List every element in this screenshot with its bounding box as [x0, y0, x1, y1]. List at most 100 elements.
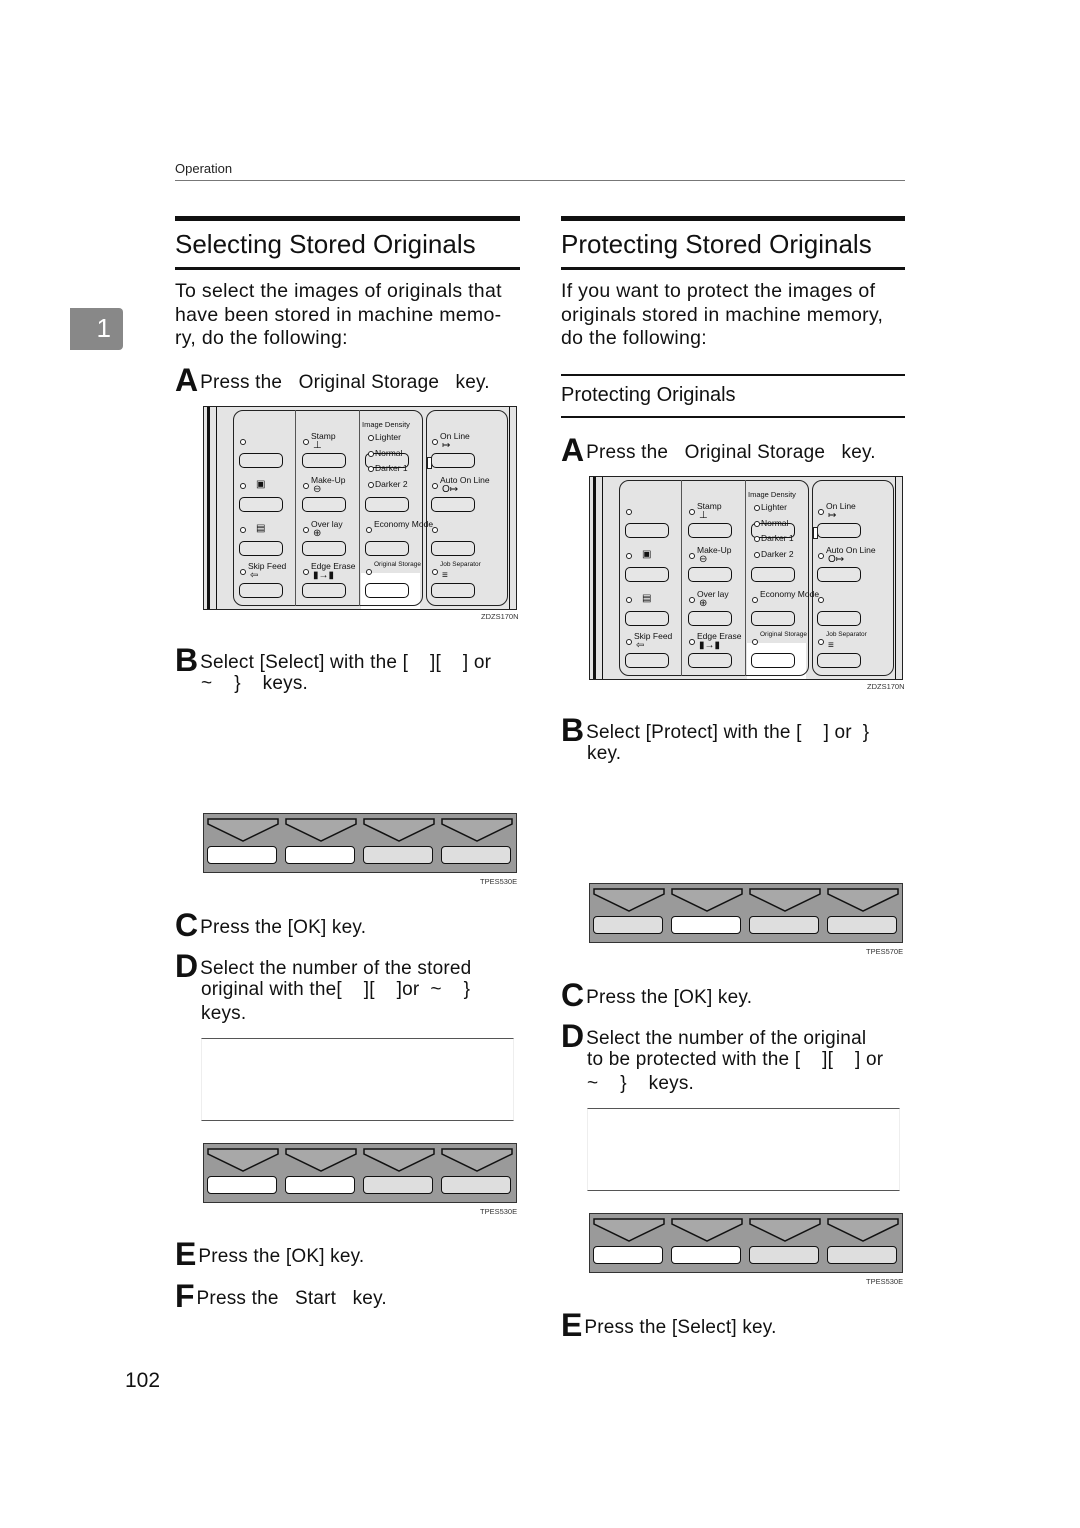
key-pointers: [593, 1218, 899, 1242]
pointer-arrow: [671, 888, 743, 912]
pointer-arrow: [827, 888, 899, 912]
section-title-left: Selecting Stored Originals: [175, 229, 476, 259]
panel-key-blank[interactable]: [431, 541, 475, 556]
selection-key[interactable]: [671, 916, 741, 934]
selection-key[interactable]: [441, 1176, 511, 1194]
selection-key[interactable]: [827, 916, 897, 934]
title-bar: [561, 216, 905, 221]
panel-key-over-lay[interactable]: [302, 541, 346, 556]
panel-key-blank[interactable]: [625, 611, 669, 626]
pointer-arrow: [285, 818, 357, 842]
selection-key[interactable]: [749, 1246, 819, 1264]
function-key-strip: [589, 883, 903, 943]
auto-online-icon: O↦: [442, 484, 459, 495]
chapter-badge: 1: [70, 308, 123, 350]
panel-key-blank[interactable]: [239, 453, 283, 468]
title-bar: [175, 216, 520, 221]
step-text: ~ } keys.: [587, 1073, 695, 1094]
density-level: Lighter: [375, 432, 401, 442]
indicator-led: [366, 527, 372, 533]
selection-key[interactable]: [749, 916, 819, 934]
panel-key-on-line[interactable]: [817, 523, 861, 538]
indicator-led: [240, 569, 246, 575]
selection-key[interactable]: [363, 846, 433, 864]
indicator-led: [689, 509, 695, 515]
display-screen-figure: [201, 1038, 514, 1121]
selection-key[interactable]: [285, 1176, 355, 1194]
selection-key[interactable]: [363, 1176, 433, 1194]
pointer-arrow: [593, 1218, 665, 1242]
panel-key-edge-erase[interactable]: [302, 583, 346, 598]
selection-key[interactable]: [207, 1176, 277, 1194]
panel-key-skip-feed[interactable]: [239, 583, 283, 598]
step-letter: E: [561, 1307, 583, 1343]
selection-key[interactable]: [593, 1246, 663, 1264]
step-text: Select the number of the stored: [200, 958, 472, 979]
intro-line: have been stored in machine memo-: [175, 304, 502, 326]
panel-key-blank[interactable]: [625, 567, 669, 582]
figure-caption: TPES530E: [480, 877, 518, 886]
density-level: Normal: [761, 517, 789, 528]
step-text: Press the [OK] key.: [198, 1246, 365, 1267]
panel-key-auto-on-line[interactable]: [817, 567, 861, 582]
panel-edge: [216, 407, 217, 609]
overlay-icon: ⊕: [313, 528, 322, 539]
panel-key-over-lay[interactable]: [688, 611, 732, 626]
density-level: Darker 1: [375, 463, 408, 473]
panel-key-make-up[interactable]: [302, 497, 346, 512]
selection-key[interactable]: [593, 916, 663, 934]
figure-caption: TPES570E: [866, 947, 904, 956]
step-e: E Press the [Select] key.: [561, 1309, 777, 1341]
intro-line: originals stored in machine memory,: [561, 304, 884, 326]
page-number: 102: [125, 1369, 161, 1392]
panel-key-skip-feed[interactable]: [625, 653, 669, 668]
indicator-led: [240, 527, 246, 533]
step-text: original with the[ ][ ]or ~ }: [201, 979, 471, 1000]
panel-key-blank[interactable]: [751, 567, 795, 582]
step-letter: D: [561, 1018, 585, 1054]
panel-key-blank[interactable]: [817, 611, 861, 626]
step-letter: C: [561, 977, 585, 1013]
step-c: C Press the [OK] key.: [561, 979, 752, 1011]
density-level: Darker 2: [761, 548, 794, 559]
panel-key-original-storage[interactable]: [365, 583, 409, 598]
selection-key[interactable]: [827, 1246, 897, 1264]
panel-key-blank[interactable]: [625, 523, 669, 538]
selection-key[interactable]: [285, 846, 355, 864]
panel-key-make-up[interactable]: [688, 567, 732, 582]
key-label: Job Separator: [826, 631, 867, 638]
panel-key-original-storage[interactable]: [751, 653, 795, 668]
panel-key-economy-mode[interactable]: [751, 611, 795, 626]
panel-key-edge-erase[interactable]: [688, 653, 732, 668]
indicator-led: [366, 569, 372, 575]
selection-key[interactable]: [441, 846, 511, 864]
panel-key-job-separator[interactable]: [817, 653, 861, 668]
panel-divider: [359, 410, 360, 606]
panel-key-stamp[interactable]: [302, 453, 346, 468]
step-letter: B: [561, 712, 585, 748]
indicator-led: [432, 527, 438, 533]
panel-key-blank[interactable]: [239, 497, 283, 512]
panel-key-blank[interactable]: [365, 497, 409, 512]
step-letter: B: [175, 642, 199, 678]
step-text: Select [Select] with the [ ][ ] or: [200, 652, 492, 673]
online-icon: ↦: [442, 440, 451, 451]
step-text: Select the number of the original: [586, 1028, 867, 1049]
panel-key-economy-mode[interactable]: [365, 541, 409, 556]
sort-icon: ▣: [642, 549, 652, 560]
selection-key[interactable]: [671, 1246, 741, 1264]
sort-icon: ▣: [256, 479, 266, 490]
function-key-strip: [203, 1143, 517, 1203]
selection-key[interactable]: [207, 846, 277, 864]
panel-key-on-line[interactable]: [431, 453, 475, 468]
panel-key-auto-on-line[interactable]: [431, 497, 475, 512]
panel-key-blank[interactable]: [239, 541, 283, 556]
panel-key-job-separator[interactable]: [431, 583, 475, 598]
panel-key-stamp[interactable]: [688, 523, 732, 538]
pointer-arrow: [363, 1148, 435, 1172]
title-rule: [175, 267, 520, 270]
pointer-arrow: [441, 1148, 513, 1172]
indicator-led: [818, 639, 824, 645]
make-up-icon: ⊖: [699, 554, 708, 565]
key-label: Original Storage: [374, 561, 421, 568]
